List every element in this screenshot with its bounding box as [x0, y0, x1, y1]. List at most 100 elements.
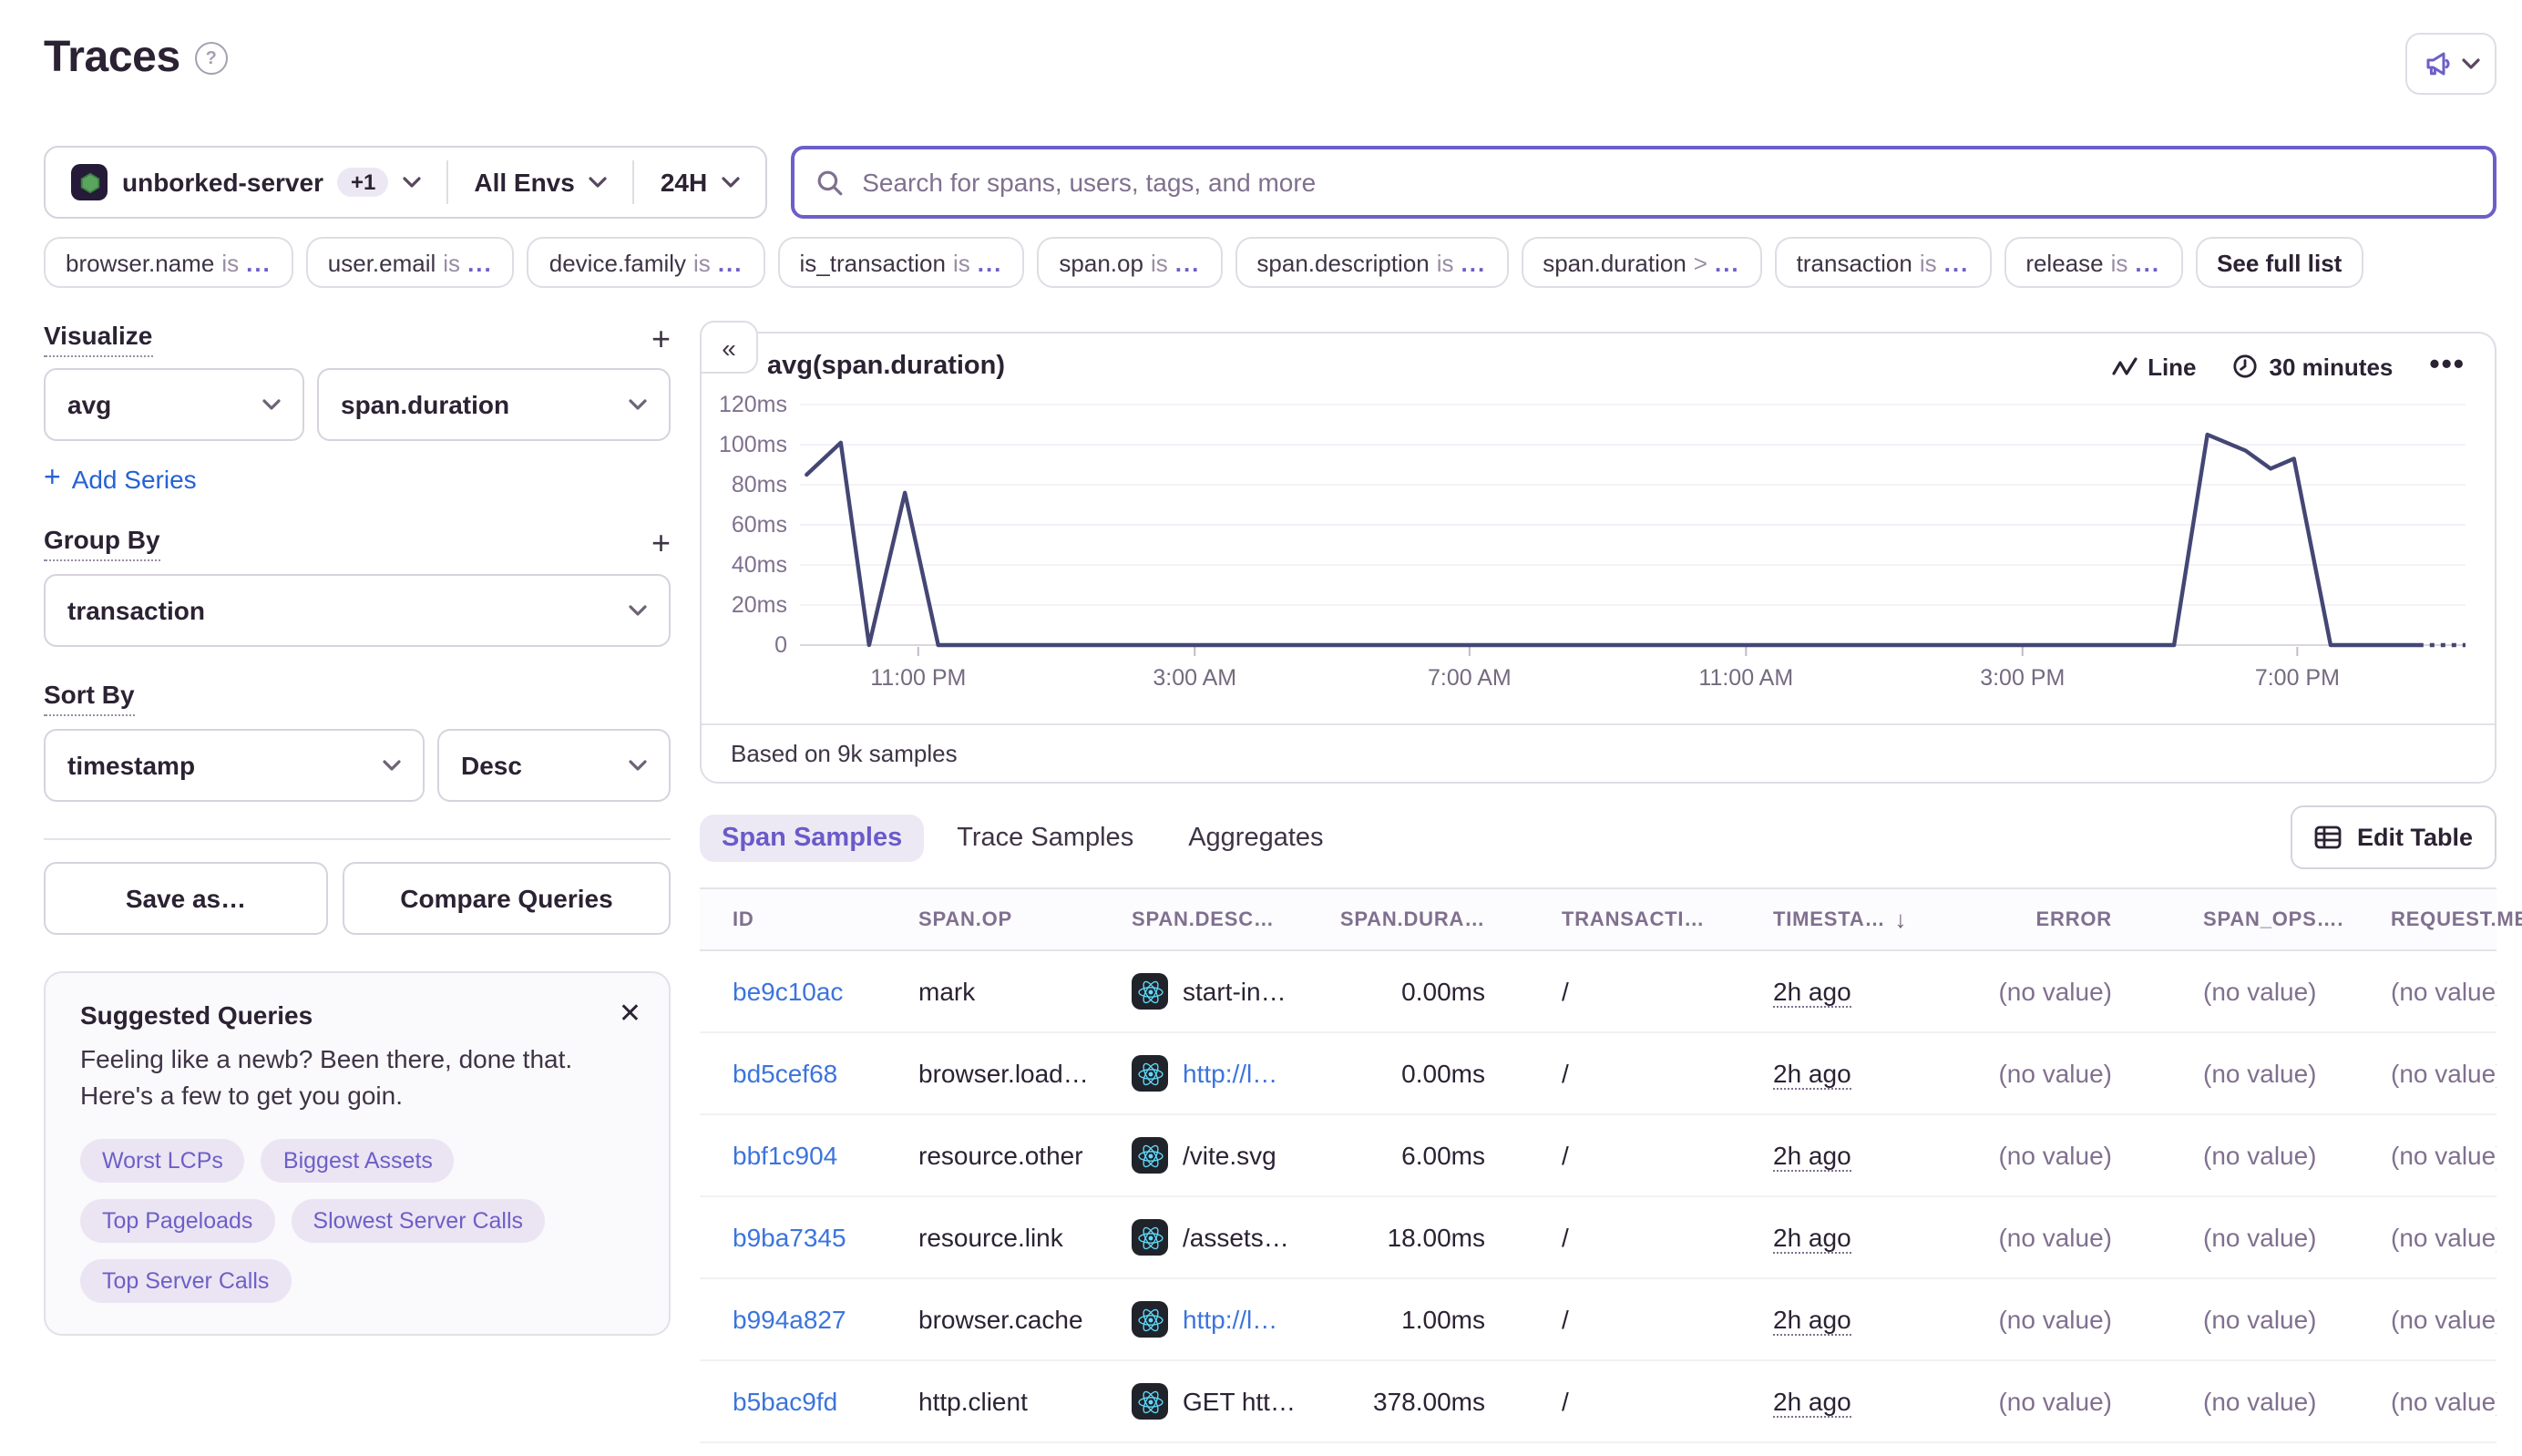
span-ops-cell: (no value) — [2203, 1443, 2391, 1456]
span-id-link[interactable]: be9c10ac — [733, 977, 843, 1006]
timestamp-cell[interactable]: 2h ago — [1773, 1386, 1851, 1417]
edit-table-button[interactable]: Edit Table — [2291, 805, 2496, 869]
filter-chip-is_transaction[interactable]: is_transactionis... — [778, 237, 1025, 288]
save-as-button[interactable]: Save as… — [44, 862, 328, 935]
filter-chip-browser.name[interactable]: browser.nameis... — [44, 237, 293, 288]
table-row[interactable]: b41bfb26resource.ifra…https://…276.00ms/… — [700, 1443, 2496, 1456]
see-full-list-button[interactable]: See full list — [2195, 237, 2363, 288]
tab-span-samples[interactable]: Span Samples — [700, 814, 924, 861]
timestamp-cell[interactable]: 2h ago — [1773, 1304, 1851, 1335]
filter-chip-span.duration[interactable]: span.duration>... — [1521, 237, 1761, 288]
svg-text:7:00 AM: 7:00 AM — [1428, 665, 1512, 691]
table-row[interactable]: b5bac9fdhttp.clientGET htt…378.00ms/2h a… — [700, 1361, 2496, 1443]
tab-trace-samples[interactable]: Trace Samples — [935, 814, 1155, 861]
timestamp-cell[interactable]: 2h ago — [1773, 976, 1851, 1007]
transaction-cell: / — [1562, 1361, 1773, 1441]
filter-chip-user.email[interactable]: user.emailis... — [306, 237, 515, 288]
suggested-queries-description: Feeling like a newb? Been there, done th… — [80, 1041, 634, 1114]
chevron-down-icon — [262, 399, 281, 410]
field-select[interactable]: span.duration — [317, 368, 671, 441]
chevron-down-icon — [2461, 58, 2479, 69]
filter-chip-transaction[interactable]: transactionis... — [1775, 237, 1992, 288]
column-header-request-me-[interactable]: REQUEST.ME… — [2391, 889, 2522, 949]
table-row[interactable]: b9ba7345resource.link/assets…18.00ms/2h … — [700, 1197, 2496, 1279]
timestamp-cell[interactable]: 2h ago — [1773, 1058, 1851, 1089]
span-id-link[interactable]: bbf1c904 — [733, 1141, 837, 1170]
filter-chip-release[interactable]: releaseis... — [2004, 237, 2182, 288]
time-range-selector[interactable]: 24H — [635, 148, 765, 217]
close-icon[interactable]: ✕ — [619, 997, 641, 1030]
svg-text:0: 0 — [774, 632, 787, 658]
span-id-link[interactable]: b5bac9fd — [733, 1387, 837, 1416]
span-id-link[interactable]: bd5cef68 — [733, 1059, 837, 1088]
svg-text:20ms: 20ms — [732, 592, 787, 618]
whats-new-button[interactable] — [2405, 33, 2496, 95]
collapse-sidebar-button[interactable]: « — [700, 321, 758, 374]
compare-queries-button[interactable]: Compare Queries — [343, 862, 671, 935]
duration-line-chart[interactable]: 020ms40ms60ms80ms100ms120ms11:00 PM3:00 … — [720, 390, 2480, 723]
column-header-error[interactable]: ERROR — [1994, 889, 2203, 949]
table-row[interactable]: bbf1c904resource.other/vite.svg6.00ms/2h… — [700, 1115, 2496, 1197]
table-row[interactable]: bd5cef68browser.load…http://l…0.00ms/2h … — [700, 1033, 2496, 1115]
span-description-link[interactable]: http://l… — [1183, 1305, 1277, 1334]
span-id-link[interactable]: b994a827 — [733, 1305, 846, 1334]
error-cell: (no value) — [1994, 1197, 2203, 1277]
result-tabs: Span SamplesTrace SamplesAggregates — [700, 814, 1346, 861]
table-row[interactable]: be9c10acmarkstart-in…0.00ms/2h ago(no va… — [700, 951, 2496, 1033]
column-header-transacti-[interactable]: TRANSACTI… — [1562, 889, 1773, 949]
chart-more-menu[interactable]: ••• — [2429, 350, 2466, 383]
add-series-button[interactable]: + Add Series — [44, 463, 197, 496]
suggested-query-chip[interactable]: Biggest Assets — [261, 1138, 455, 1182]
column-header-span-ops-[interactable]: SPAN_OPS…. — [2203, 889, 2391, 949]
filter-chip-device.family[interactable]: device.familyis... — [528, 237, 765, 288]
chart-interval-selector[interactable]: 30 minutes — [2233, 353, 2394, 380]
search-input[interactable] — [858, 166, 2471, 199]
span-description: /vite.svg — [1183, 1141, 1276, 1170]
filter-chip-span.op[interactable]: span.opis... — [1037, 237, 1222, 288]
environment-selector[interactable]: All Envs — [448, 148, 633, 217]
visualize-heading: Visualize — [44, 321, 152, 357]
react-icon — [1132, 1055, 1168, 1092]
span-op-cell: mark — [918, 951, 1132, 1031]
error-cell: (no value) — [1994, 1443, 2203, 1456]
chevron-down-icon — [722, 177, 740, 188]
span-duration-cell: 378.00ms — [1350, 1361, 1562, 1441]
help-icon[interactable]: ? — [195, 42, 228, 75]
filter-chip-span.description[interactable]: span.descriptionis... — [1235, 237, 1508, 288]
tab-aggregates[interactable]: Aggregates — [1166, 814, 1345, 861]
chart-type-selector[interactable]: Line — [2111, 353, 2196, 380]
svg-text:3:00 PM: 3:00 PM — [1980, 665, 2065, 691]
group-by-select[interactable]: transaction — [44, 574, 671, 647]
span-id-link[interactable]: b9ba7345 — [733, 1223, 846, 1252]
span-description-link[interactable]: http://l… — [1183, 1059, 1277, 1088]
query-sidebar: Visualize + avg span.duration + Add Seri… — [44, 321, 671, 1335]
aggregate-select[interactable]: avg — [44, 368, 304, 441]
column-header-id[interactable]: ID — [700, 889, 918, 949]
suggested-query-chip[interactable]: Top Server Calls — [80, 1258, 291, 1302]
chevron-down-icon — [403, 177, 421, 188]
span-ops-cell: (no value) — [2203, 1197, 2391, 1277]
suggested-query-chip[interactable]: Worst LCPs — [80, 1138, 245, 1182]
group-by-value: transaction — [67, 596, 205, 625]
timestamp-cell[interactable]: 2h ago — [1773, 1222, 1851, 1253]
suggested-query-chip[interactable]: Top Pageloads — [80, 1198, 274, 1242]
suggested-query-chip[interactable]: Slowest Server Calls — [291, 1198, 545, 1242]
svg-text:120ms: 120ms — [720, 392, 787, 417]
aggregate-value: avg — [67, 390, 111, 419]
project-selector[interactable]: unborked-server +1 — [46, 148, 446, 217]
sort-field-select[interactable]: timestamp — [44, 729, 425, 802]
column-header-timesta-[interactable]: TIMESTA…↓ — [1773, 889, 1994, 949]
column-header-span-desc-[interactable]: SPAN.DESC… — [1132, 889, 1350, 949]
add-visualize-button[interactable]: + — [651, 326, 671, 352]
sort-direction-select[interactable]: Desc — [437, 729, 671, 802]
request-method-cell: (no value) — [2391, 1443, 2496, 1456]
span-op-cell: browser.load… — [918, 1033, 1132, 1113]
table-row[interactable]: b994a827browser.cachehttp://l…1.00ms/2h … — [700, 1279, 2496, 1361]
chart-sample-note: Based on 9k samples — [702, 723, 2495, 782]
chevron-down-icon — [589, 177, 608, 188]
error-cell: (no value) — [1994, 1033, 2203, 1113]
add-group-by-button[interactable]: + — [651, 530, 671, 556]
timestamp-cell[interactable]: 2h ago — [1773, 1140, 1851, 1171]
column-header-span-op[interactable]: SPAN.OP — [918, 889, 1132, 949]
column-header-span-dura-[interactable]: SPAN.DURA… — [1350, 889, 1562, 949]
